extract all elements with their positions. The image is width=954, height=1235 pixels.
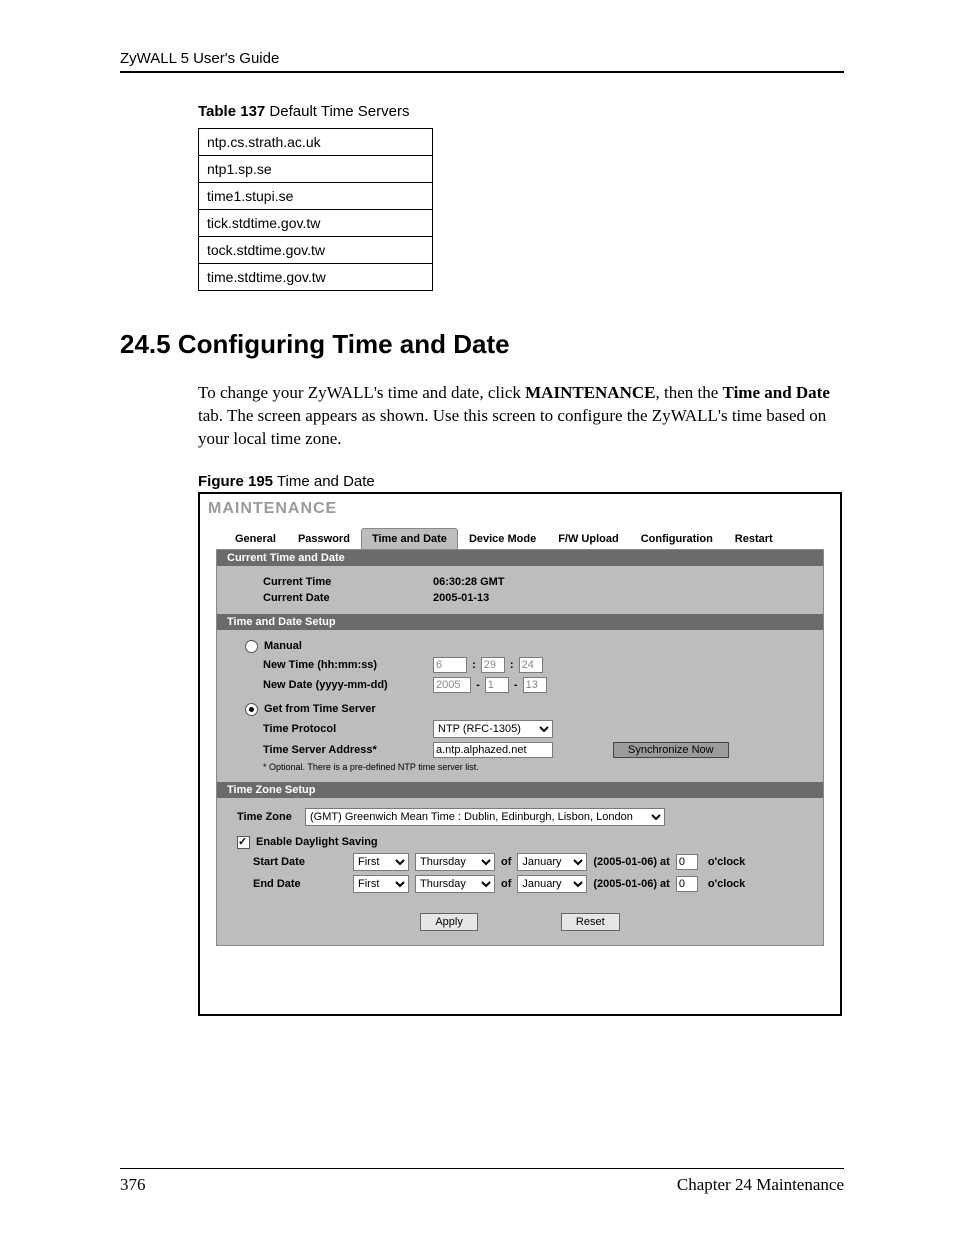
radio-manual[interactable] xyxy=(245,640,258,653)
tab-restart[interactable]: Restart xyxy=(724,528,784,549)
select-end-month[interactable]: January xyxy=(517,875,587,893)
label-oclock: o'clock xyxy=(708,856,745,868)
input-new-time-s[interactable] xyxy=(519,657,543,673)
figure195-title: Time and Date xyxy=(273,473,375,490)
server-cell: time1.stupi.se xyxy=(199,183,433,210)
dash-separator: - xyxy=(514,679,518,691)
tab-strip: General Password Time and Date Device Mo… xyxy=(224,528,840,549)
table137-number: Table 137 xyxy=(198,103,265,120)
label-get-from-time-server: Get from Time Server xyxy=(264,703,376,715)
label-start-dateparen: (2005-01-06) at xyxy=(593,856,669,868)
select-start-weekday[interactable]: Thursday xyxy=(415,853,495,871)
table137-title: Default Time Servers xyxy=(265,103,409,120)
value-current-time: 06:30:28 GMT xyxy=(433,576,505,588)
input-new-time-m[interactable] xyxy=(481,657,505,673)
section-heading: 24.5 Configuring Time and Date xyxy=(120,329,844,360)
body-bold: MAINTENANCE xyxy=(525,383,655,402)
running-header: ZyWALL 5 User's Guide xyxy=(120,50,844,67)
tab-general[interactable]: General xyxy=(224,528,287,549)
chapter-label: Chapter 24 Maintenance xyxy=(677,1175,844,1195)
radio-time-server[interactable] xyxy=(245,703,258,716)
sectionbar-timezone: Time Zone Setup xyxy=(217,782,823,798)
section-body: To change your ZyWALL's time and date, c… xyxy=(198,382,844,451)
body-bold: Time and Date xyxy=(723,383,830,402)
input-start-hour[interactable] xyxy=(676,854,698,870)
label-new-date: New Date (yyyy-mm-dd) xyxy=(263,679,433,691)
label-time-zone: Time Zone xyxy=(237,811,305,823)
select-end-ordinal[interactable]: First xyxy=(353,875,409,893)
tab-time-and-date[interactable]: Time and Date xyxy=(361,528,458,549)
input-new-date-y[interactable] xyxy=(433,677,471,693)
input-end-hour[interactable] xyxy=(676,876,698,892)
server-cell: time.stdtime.gov.tw xyxy=(199,264,433,291)
screen-title: MAINTENANCE xyxy=(200,494,840,522)
label-end-dateparen: (2005-01-06) at xyxy=(593,878,669,890)
checkbox-daylight-saving[interactable] xyxy=(237,836,250,849)
figure195-number: Figure 195 xyxy=(198,473,273,490)
server-cell: tick.stdtime.gov.tw xyxy=(199,210,433,237)
page-footer: 376 Chapter 24 Maintenance xyxy=(120,1168,844,1195)
dash-separator: - xyxy=(476,679,480,691)
table137-caption: Table 137 Default Time Servers xyxy=(198,103,844,120)
input-new-date-m[interactable] xyxy=(485,677,509,693)
label-current-date: Current Date xyxy=(263,592,433,604)
select-start-month[interactable]: January xyxy=(517,853,587,871)
tab-password[interactable]: Password xyxy=(287,528,361,549)
select-time-zone[interactable]: (GMT) Greenwich Mean Time : Dublin, Edin… xyxy=(305,808,665,826)
default-time-servers-table: ntp.cs.strath.ac.uk ntp1.sp.se time1.stu… xyxy=(198,128,433,291)
label-start-date: Start Date xyxy=(253,856,353,868)
figure195-screenshot: MAINTENANCE General Password Time and Da… xyxy=(198,492,842,1016)
value-current-date: 2005-01-13 xyxy=(433,592,489,604)
label-new-time: New Time (hh:mm:ss) xyxy=(263,659,433,671)
label-oclock: o'clock xyxy=(708,878,745,890)
colon-separator: : xyxy=(510,659,514,671)
label-of: of xyxy=(501,856,511,868)
server-cell: tock.stdtime.gov.tw xyxy=(199,237,433,264)
figure195-caption: Figure 195 Time and Date xyxy=(198,473,844,490)
colon-separator: : xyxy=(472,659,476,671)
select-end-weekday[interactable]: Thursday xyxy=(415,875,495,893)
input-new-time-h[interactable] xyxy=(433,657,467,673)
label-current-time: Current Time xyxy=(263,576,433,588)
body-text: , then the xyxy=(655,383,722,402)
label-time-server-address: Time Server Address* xyxy=(263,744,433,756)
label-manual: Manual xyxy=(264,640,302,652)
tab-configuration[interactable]: Configuration xyxy=(630,528,724,549)
time-server-footnote: * Optional. There is a pre-defined NTP t… xyxy=(263,762,797,772)
tab-fw-upload[interactable]: F/W Upload xyxy=(547,528,630,549)
body-text: To change your ZyWALL's time and date, c… xyxy=(198,383,525,402)
label-time-protocol: Time Protocol xyxy=(263,723,433,735)
page-number: 376 xyxy=(120,1175,146,1195)
apply-button[interactable]: Apply xyxy=(420,913,478,931)
label-of: of xyxy=(501,878,511,890)
server-cell: ntp.cs.strath.ac.uk xyxy=(199,129,433,156)
label-end-date: End Date xyxy=(253,878,353,890)
tab-device-mode[interactable]: Device Mode xyxy=(458,528,547,549)
server-cell: ntp1.sp.se xyxy=(199,156,433,183)
select-start-ordinal[interactable]: First xyxy=(353,853,409,871)
sectionbar-current: Current Time and Date xyxy=(217,550,823,566)
synchronize-now-button[interactable]: Synchronize Now xyxy=(613,742,729,758)
select-time-protocol[interactable]: NTP (RFC-1305) xyxy=(433,720,553,738)
label-daylight-saving: Enable Daylight Saving xyxy=(256,836,378,848)
header-rule xyxy=(120,71,844,73)
sectionbar-setup: Time and Date Setup xyxy=(217,614,823,630)
reset-button[interactable]: Reset xyxy=(561,913,620,931)
input-new-date-d[interactable] xyxy=(523,677,547,693)
input-time-server-address[interactable] xyxy=(433,742,553,758)
footer-rule xyxy=(120,1168,844,1169)
body-text: tab. The screen appears as shown. Use th… xyxy=(198,406,826,448)
